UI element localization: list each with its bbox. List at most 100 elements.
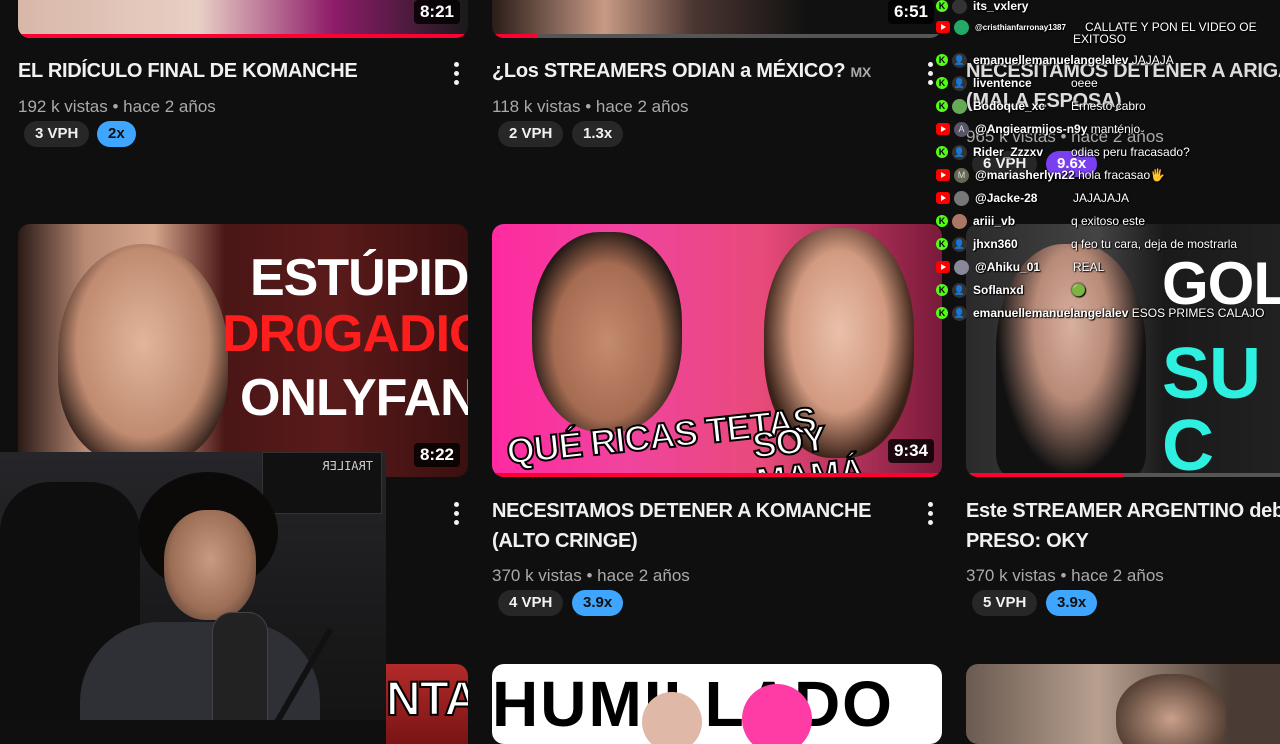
chat-message: K 👤 Soflanxd 🟢 xyxy=(936,280,1086,300)
kick-icon: K xyxy=(936,100,948,112)
chat-message: K 👤 liventence oeee xyxy=(936,73,1098,93)
video-thumbnail[interactable] xyxy=(966,664,1280,744)
chat-username: Bodoque_xc xyxy=(973,99,1046,113)
kick-icon: K xyxy=(936,307,948,319)
avatar: 👤 xyxy=(952,75,967,91)
person-face-image xyxy=(532,232,682,432)
chat-username: @Angiearmijos-n9y xyxy=(975,122,1088,136)
video-duration: 9:34 xyxy=(887,439,934,463)
chat-username: emanuellemanuelangelalev xyxy=(973,53,1129,67)
chat-text: Ernesto cabro xyxy=(1071,99,1146,113)
chat-text: q exitoso este xyxy=(1071,214,1146,228)
avatar: 👤 xyxy=(952,236,967,252)
avatar: 👤 xyxy=(952,144,967,160)
chat-message: K 👤 jhxn360 q feo tu cara, deja de mostrarl… xyxy=(936,234,1237,254)
chat-username: liventence xyxy=(973,76,1032,90)
video-thumbnail[interactable]: NTA xyxy=(386,664,468,744)
chat-text: ESOS PRIMES CALAJO xyxy=(1131,306,1265,320)
person-face-image xyxy=(1116,674,1226,744)
more-options-icon[interactable] xyxy=(453,502,459,526)
avatar: 👤 xyxy=(952,52,967,68)
video-thumbnail[interactable]: HUMILLADO xyxy=(492,664,942,744)
outlier-badge: 3.9x xyxy=(572,590,624,616)
avatar xyxy=(954,259,969,275)
video-title-line2: (ALTO CRINGE) xyxy=(492,530,638,552)
thumbnail-text: ONLYFANS xyxy=(240,369,468,427)
youtube-icon xyxy=(936,123,950,135)
kick-icon: K xyxy=(936,284,948,296)
video-title[interactable]: EL RIDÍCULO FINAL DE KOMANCHE xyxy=(18,56,358,86)
chat-message: Kariii_vb q exitoso este xyxy=(936,211,1145,231)
person-face-image xyxy=(58,244,228,464)
chat-text: JAJAJA xyxy=(1131,53,1174,67)
more-options-icon[interactable] xyxy=(927,502,933,526)
outlier-badge: 1.3x xyxy=(572,121,624,147)
chat-username: emanuellemanuelangelalev xyxy=(973,306,1129,320)
video-duration: 8:22 xyxy=(413,443,460,467)
chat-message: @Ahiku_01 REAL xyxy=(936,257,1104,277)
chat-username: @Jacke-28 xyxy=(975,191,1038,205)
thumbnail-text: SU C xyxy=(1162,334,1261,477)
chat-text: 🟢 xyxy=(1071,283,1086,297)
video-title[interactable]: ¿Los STREAMERS ODIAN a MÉXICO? MX xyxy=(492,56,871,87)
chat-message: K 👤 Rider_Zzzxv odias peru fracasado? xyxy=(936,142,1190,162)
kick-icon: K xyxy=(936,238,948,250)
country-flag: MX xyxy=(850,64,872,80)
video-meta: 192 k vistas • hace 2 años xyxy=(18,97,216,116)
microphone-image xyxy=(212,612,268,720)
chat-message-continued: EXITOSO xyxy=(1073,29,1126,49)
kick-icon: K xyxy=(936,146,948,158)
chat-message: A @Angiearmijos-n9y manténio xyxy=(936,119,1140,139)
person-face-image xyxy=(642,692,702,744)
thumbnail-text: NTA xyxy=(386,673,468,726)
youtube-icon xyxy=(936,192,950,204)
webcam-overlay: TRAILER xyxy=(0,452,386,720)
watch-progress-bar xyxy=(492,473,942,477)
outlier-badge: 2x xyxy=(97,121,136,147)
chat-username: ariii_vb xyxy=(973,214,1016,228)
video-thumbnail[interactable]: ESTÚPIDA DR0GADICTA ONLYFANS 8:22 xyxy=(18,224,468,477)
video-title[interactable]: NECESITAMOS DETENER A KOMANCHE xyxy=(492,496,871,526)
chat-username: @mariasherlyn22 xyxy=(975,168,1075,182)
chat-message: K 👤 emanuellemanuelangelalev JAJAJA xyxy=(936,50,1174,70)
watch-progress-bar xyxy=(18,34,468,38)
chat-message: Kits_vxlery xyxy=(936,0,1028,16)
watch-progress-bar xyxy=(492,34,942,38)
video-title-line2: PRESO: OKY xyxy=(966,530,1089,552)
video-title-text: ¿Los STREAMERS ODIAN a MÉXICO? xyxy=(492,60,846,82)
avatar: M xyxy=(954,167,969,183)
outlier-badge: 3.9x xyxy=(1046,590,1098,616)
video-thumbnail[interactable]: 8:21 xyxy=(18,0,468,38)
chat-text: hola fracasao🖐 xyxy=(1078,168,1166,182)
chat-text: odias peru fracasado? xyxy=(1071,145,1190,159)
youtube-icon xyxy=(936,21,950,33)
chat-message: K Bodoque_xc Ernesto cabro xyxy=(936,96,1146,116)
video-duration: 6:51 xyxy=(887,0,934,24)
chat-text: manténio xyxy=(1090,122,1141,136)
video-title[interactable]: Este STREAMER ARGENTINO debe xyxy=(966,496,1280,526)
more-options-icon[interactable] xyxy=(927,62,933,86)
chat-username: its_vxlery xyxy=(973,0,1029,13)
thumbnail-text: ESTÚPIDA xyxy=(250,249,468,307)
chat-message: M @mariasherlyn22 hola fracasao🖐 xyxy=(936,165,1165,185)
vph-badge: 3 VPH xyxy=(24,121,90,147)
avatar xyxy=(952,213,967,229)
youtube-icon xyxy=(936,261,950,273)
chat-username: Rider_Zzzxv xyxy=(973,145,1044,159)
video-thumbnail[interactable]: 6:51 xyxy=(492,0,942,38)
live-chat-overlay: Kits_vxlery @cristhianfarronay1387 CALLAT… xyxy=(936,0,1280,330)
chat-username: @cristhianfarronay1387 xyxy=(975,22,1066,32)
avatar xyxy=(954,19,969,35)
vph-badge: 4 VPH xyxy=(498,590,564,616)
chat-username: @Ahiku_01 xyxy=(975,260,1041,274)
more-options-icon[interactable] xyxy=(453,62,459,86)
chat-message: @Jacke-28 JAJAJAJA xyxy=(936,188,1129,208)
streamer-image xyxy=(80,472,320,720)
video-meta: 370 k vistas • hace 2 años xyxy=(966,566,1164,585)
video-thumbnail[interactable]: QUÉ RICAS TETAS SOY MAMÁ 9:34 xyxy=(492,224,942,477)
chat-text: q feo tu cara, deja de mostrarla xyxy=(1071,237,1238,251)
kick-icon: K xyxy=(936,54,948,66)
avatar xyxy=(952,0,967,14)
video-meta: 118 k vistas • hace 2 años xyxy=(492,97,689,116)
chat-text: oeee xyxy=(1071,76,1098,90)
